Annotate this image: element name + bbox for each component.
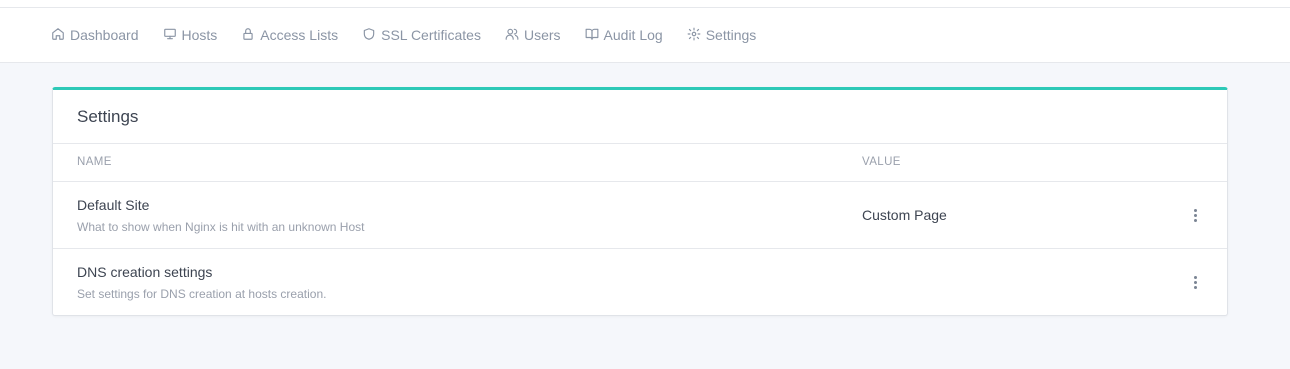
setting-description: What to show when Nginx is hit with an u… bbox=[77, 220, 365, 234]
main-nav: Dashboard Hosts Access Lists SSL Certifi… bbox=[0, 8, 1290, 63]
card-title: Settings bbox=[77, 106, 139, 126]
book-icon bbox=[585, 27, 599, 44]
nav-label: Access Lists bbox=[260, 27, 339, 43]
table-row: DNS creation settings Set settings for D… bbox=[53, 249, 1227, 316]
shield-icon bbox=[362, 27, 376, 44]
setting-value: Custom Page bbox=[862, 207, 947, 223]
column-header-name: NAME bbox=[77, 156, 112, 168]
nav-label: SSL Certificates bbox=[381, 27, 481, 43]
nav-item-ssl-certificates[interactable]: SSL Certificates bbox=[362, 8, 481, 62]
row-menu-icon[interactable] bbox=[1189, 273, 1201, 291]
nav-item-users[interactable]: Users bbox=[505, 8, 561, 62]
table-row: Default Site What to show when Nginx is … bbox=[53, 182, 1227, 249]
column-header-value: VALUE bbox=[862, 156, 901, 168]
gear-icon bbox=[687, 27, 701, 44]
nav-item-audit-log[interactable]: Audit Log bbox=[585, 8, 663, 62]
setting-name: DNS creation settings bbox=[77, 264, 213, 280]
setting-description: Set settings for DNS creation at hosts c… bbox=[77, 287, 327, 301]
home-icon bbox=[51, 27, 65, 44]
table-header: NAME VALUE bbox=[53, 144, 1227, 182]
row-menu-icon[interactable] bbox=[1189, 206, 1201, 224]
nav-label: Settings bbox=[705, 27, 757, 43]
card-header: Settings bbox=[53, 90, 1227, 144]
nav-label: Users bbox=[523, 27, 561, 43]
lock-icon bbox=[241, 27, 255, 44]
monitor-icon bbox=[163, 27, 177, 44]
nav-item-hosts[interactable]: Hosts bbox=[163, 8, 218, 62]
nav-label: Hosts bbox=[181, 27, 218, 43]
nav-label: Audit Log bbox=[603, 27, 663, 43]
top-strip bbox=[0, 0, 1290, 8]
nav-label: Dashboard bbox=[70, 27, 139, 43]
nav-item-settings[interactable]: Settings bbox=[687, 8, 757, 62]
nav-item-dashboard[interactable]: Dashboard bbox=[51, 8, 139, 62]
settings-card: Settings NAME VALUE Default Site What to… bbox=[52, 87, 1228, 316]
users-icon bbox=[505, 27, 519, 44]
setting-name: Default Site bbox=[77, 197, 150, 213]
nav-item-access-lists[interactable]: Access Lists bbox=[241, 8, 338, 62]
